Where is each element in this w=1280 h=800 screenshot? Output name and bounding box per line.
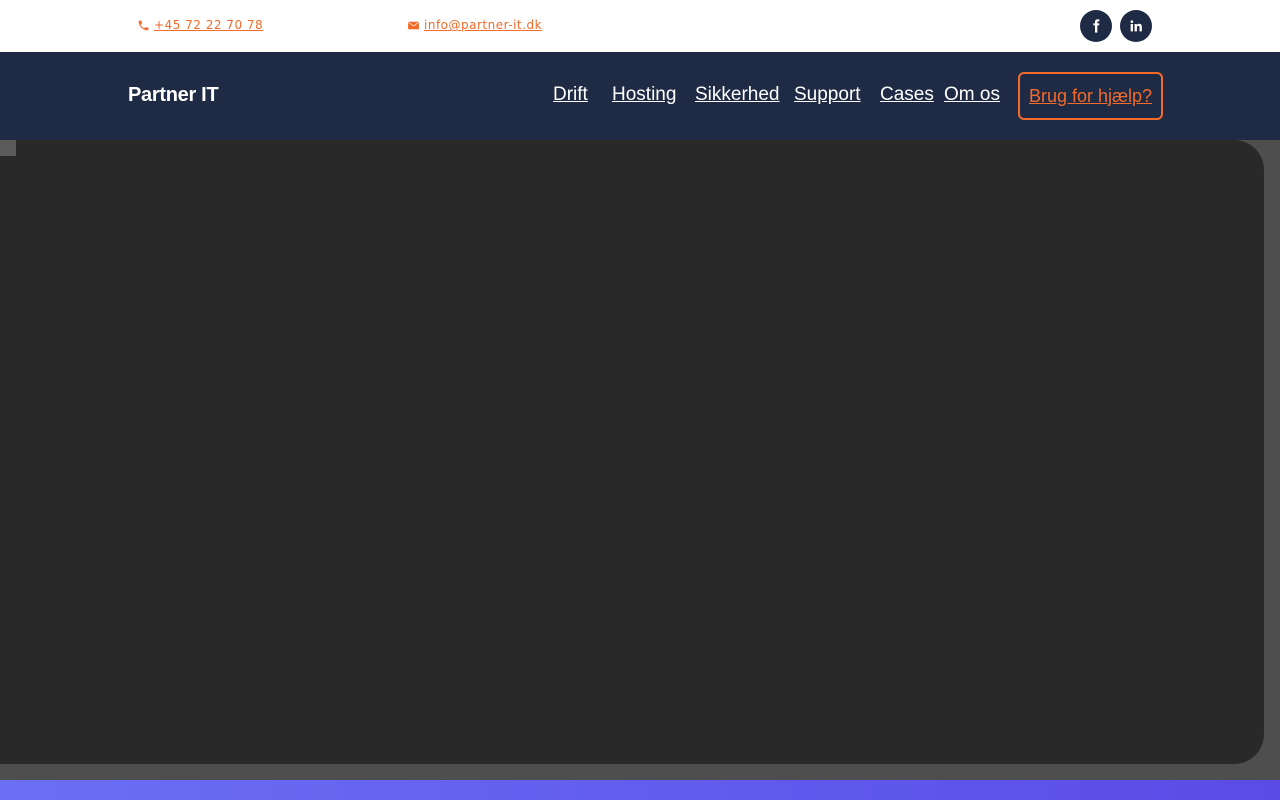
- next-section-strip: [0, 780, 1280, 800]
- nav-item-drift[interactable]: Drift: [553, 84, 588, 106]
- nav-item-hosting[interactable]: Hosting: [612, 84, 676, 106]
- email-contact: info@partner-it.dk: [407, 18, 542, 32]
- nav-item-sikkerhed[interactable]: Sikkerhed: [695, 84, 780, 106]
- linkedin-icon[interactable]: [1120, 10, 1152, 42]
- nav-item-support[interactable]: Support: [794, 84, 861, 106]
- email-link[interactable]: info@partner-it.dk: [424, 18, 542, 32]
- phone-contact: +45 72 22 70 78: [137, 18, 263, 32]
- top-contact-bar: +45 72 22 70 78 info@partner-it.dk: [0, 0, 1280, 52]
- help-cta-button[interactable]: Brug for hjælp?: [1018, 72, 1163, 120]
- facebook-icon[interactable]: [1080, 10, 1112, 42]
- broken-image-icon: [0, 140, 16, 156]
- site-logo[interactable]: Partner IT: [128, 84, 219, 107]
- envelope-icon: [407, 19, 420, 32]
- hero-video-panel[interactable]: [0, 140, 1264, 764]
- nav-item-cases[interactable]: Cases: [880, 84, 934, 106]
- phone-link[interactable]: +45 72 22 70 78: [154, 18, 263, 32]
- nav-item-om-os[interactable]: Om os: [944, 84, 1000, 106]
- main-navigation: Partner IT Drift Hosting Sikkerhed Suppo…: [0, 52, 1280, 140]
- phone-icon: [137, 19, 150, 32]
